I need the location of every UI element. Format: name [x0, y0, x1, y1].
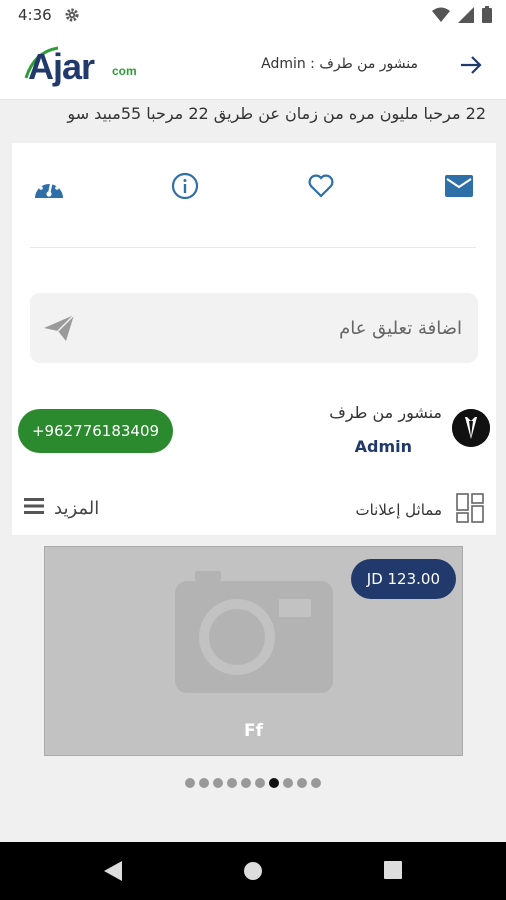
pagination-dot[interactable]	[227, 778, 237, 788]
phone-call-button[interactable]: +962776183409	[18, 409, 173, 453]
message-envelope-icon[interactable]	[442, 171, 476, 201]
more-button[interactable]: المزيد	[24, 497, 99, 519]
price-badge: JD 123.00	[350, 559, 456, 599]
pagination-dot[interactable]	[185, 778, 195, 788]
pagination-dot[interactable]	[311, 778, 321, 788]
settings-gear-icon	[64, 7, 80, 27]
status-time: 4:36	[18, 6, 52, 24]
similar-ads-label: مماثل إعلانات	[355, 501, 442, 519]
logo-suffix: com	[112, 64, 137, 78]
wifi-icon	[432, 7, 450, 27]
menu-lines-icon	[24, 497, 44, 519]
pagination-dot[interactable]	[297, 778, 307, 788]
ad-details-card: +962776183409 منشور من طرف Admin المزيد …	[12, 143, 496, 535]
grid-icon	[456, 493, 484, 527]
pagination-dot[interactable]	[269, 778, 279, 788]
similar-ads-button[interactable]: مماثل إعلانات	[355, 493, 484, 527]
author-section: +962776183409 منشور من طرف Admin	[12, 395, 496, 475]
pagination-dot[interactable]	[213, 778, 223, 788]
status-bar: 4:36	[0, 0, 506, 30]
gallery-pagination	[0, 778, 506, 788]
pagination-dot[interactable]	[241, 778, 251, 788]
divider	[30, 247, 476, 248]
pagination-dot[interactable]	[199, 778, 209, 788]
dashboard-gauge-icon[interactable]	[32, 171, 66, 201]
action-row	[12, 143, 496, 229]
nav-recents-icon[interactable]	[384, 861, 402, 883]
camera-placeholder-icon	[173, 569, 337, 713]
info-icon[interactable]	[168, 171, 202, 201]
pagination-dot[interactable]	[283, 778, 293, 788]
more-row: المزيد مماثل إعلانات	[12, 487, 496, 533]
send-icon[interactable]	[42, 313, 76, 343]
system-nav-bar	[0, 842, 506, 900]
comment-box	[30, 293, 478, 363]
image-gallery[interactable]: Ff JD 123.00	[44, 546, 463, 756]
gallery-caption: Ff	[243, 721, 263, 741]
pagination-dot[interactable]	[255, 778, 265, 788]
header-posted-by: منشور من طرف : Admin	[261, 56, 418, 72]
battery-icon	[482, 6, 492, 27]
nav-home-icon[interactable]	[243, 861, 263, 885]
back-arrow-icon[interactable]	[458, 52, 484, 78]
author-label: منشور من طرف	[329, 403, 442, 422]
signal-icon	[458, 6, 474, 27]
ad-title: 22 مرحبا مليون مره من زمان عن طريق 22 مر…	[67, 104, 486, 123]
status-icons	[432, 6, 492, 27]
app-bar: Ajar com منشور من طرف : Admin	[0, 30, 506, 100]
author-name[interactable]: Admin	[355, 437, 412, 456]
avatar[interactable]	[452, 409, 490, 447]
nav-back-icon[interactable]	[104, 861, 122, 885]
ajar-logo: Ajar com	[24, 44, 144, 88]
logo-text: Ajar	[28, 46, 95, 87]
more-label: المزيد	[54, 497, 100, 519]
comment-input[interactable]	[90, 293, 462, 363]
favorite-heart-icon[interactable]	[304, 171, 338, 201]
